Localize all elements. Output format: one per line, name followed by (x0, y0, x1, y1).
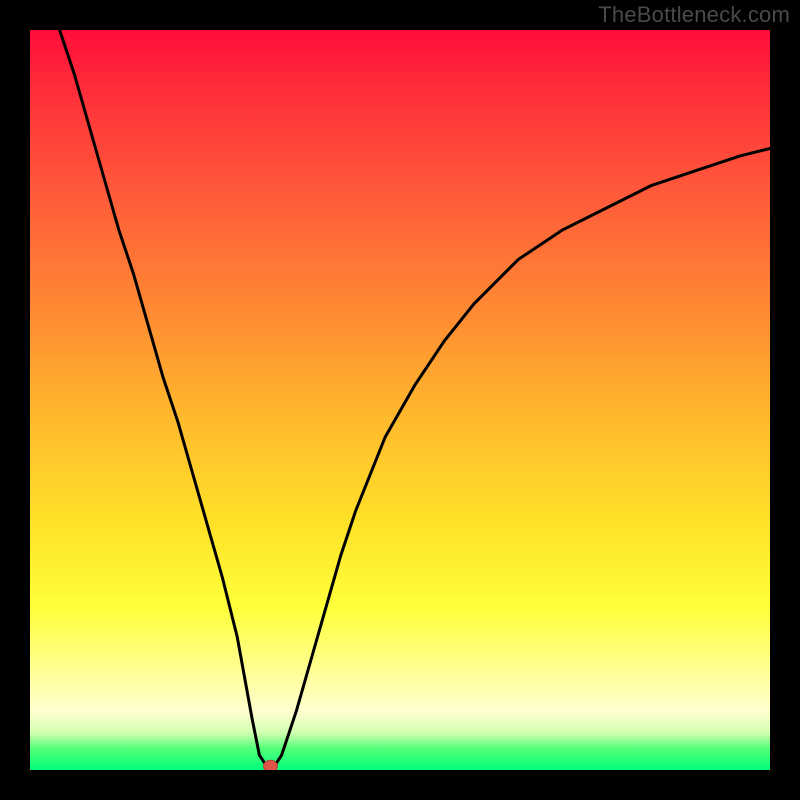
watermark-text: TheBottleneck.com (598, 2, 790, 28)
plot-area (30, 30, 770, 770)
curve-layer (30, 30, 770, 770)
minimum-marker (264, 760, 278, 770)
bottleneck-curve (60, 30, 770, 766)
chart-frame: TheBottleneck.com (0, 0, 800, 800)
